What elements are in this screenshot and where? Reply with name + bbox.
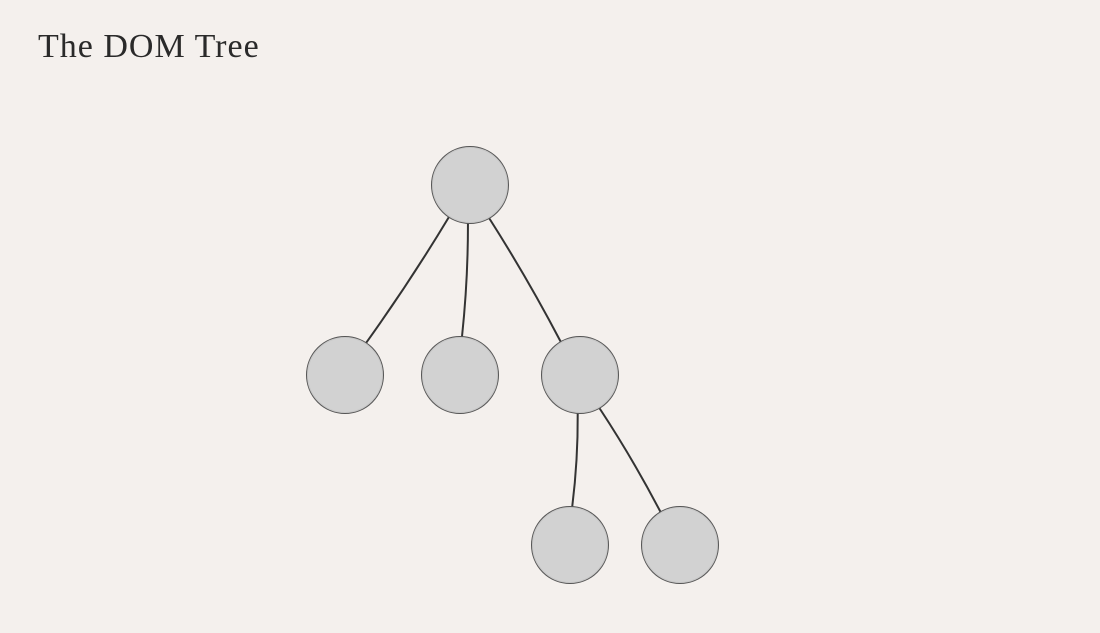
edge-child3-gc2 (600, 409, 660, 512)
tree-node-child1 (306, 336, 384, 414)
edge-root-child2 (462, 224, 468, 336)
edge-root-child1 (366, 218, 448, 343)
tree-diagram (0, 0, 1100, 633)
tree-node-child2 (421, 336, 499, 414)
tree-node-root (431, 146, 509, 224)
tree-node-gc1 (531, 506, 609, 584)
edge-child3-gc1 (572, 414, 577, 506)
tree-node-gc2 (641, 506, 719, 584)
tree-node-child3 (541, 336, 619, 414)
edge-root-child3 (490, 219, 561, 341)
